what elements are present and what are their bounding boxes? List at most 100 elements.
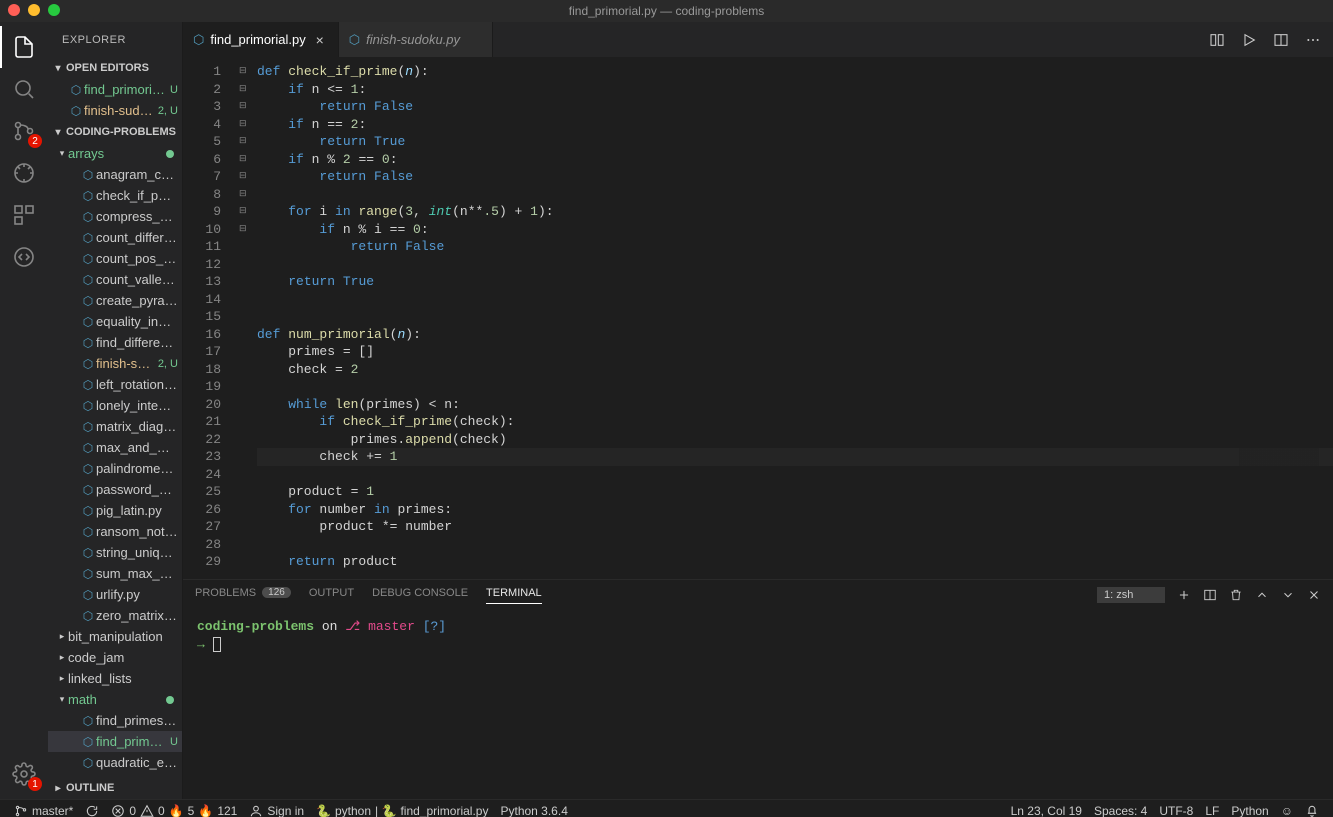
hide-panel-icon[interactable] — [1281, 588, 1295, 602]
python-file-icon: ⬡ — [80, 315, 96, 329]
activity-settings[interactable]: 1 — [0, 753, 48, 795]
tree-folder[interactable]: ▸code_jam — [48, 647, 182, 668]
activity-liveshare[interactable] — [0, 236, 48, 278]
tree-file[interactable]: ⬡anagram_check.py — [48, 164, 182, 185]
panel-tab-problems[interactable]: PROBLEMS126 — [195, 587, 291, 604]
python-file-icon: ⬡ — [80, 168, 96, 182]
tree-file[interactable]: ⬡zero_matrix.py — [48, 605, 182, 626]
status-sync[interactable] — [79, 804, 105, 817]
close-panel-icon[interactable] — [1307, 588, 1321, 602]
new-terminal-icon[interactable] — [1177, 588, 1191, 602]
run-icon[interactable] — [1241, 32, 1257, 48]
status-signin[interactable]: Sign in — [243, 804, 310, 817]
code-content[interactable]: def check_if_prime(n): if n <= 1: return… — [257, 57, 1333, 579]
status-encoding[interactable]: UTF-8 — [1153, 804, 1199, 817]
outline-header[interactable]: ▸OUTLINE — [48, 777, 182, 799]
chevron-right-icon: ▸ — [56, 673, 68, 684]
kill-terminal-icon[interactable] — [1229, 588, 1243, 602]
status-feedback[interactable]: ☺ — [1275, 804, 1299, 817]
python-file-icon: ⬡ — [80, 420, 96, 434]
editor-tab[interactable]: ⬡finish-sudoku.py — [339, 22, 493, 57]
maximize-panel-icon[interactable] — [1255, 588, 1269, 602]
status-problems[interactable]: 0 0 🔥5 🔥121 — [105, 804, 243, 817]
activity-explorer[interactable] — [0, 26, 48, 68]
python-file-icon: ⬡ — [80, 609, 96, 623]
project-header[interactable]: ▾CODING-PROBLEMS — [48, 121, 182, 143]
panel-tab-debug-console[interactable]: DEBUG CONSOLE — [372, 587, 468, 604]
editor-actions — [1209, 22, 1333, 57]
panel-tab-terminal[interactable]: TERMINAL — [486, 587, 542, 604]
tree-file[interactable]: ⬡palindrome_permu.. — [48, 458, 182, 479]
python-file-icon: ⬡ — [80, 294, 96, 308]
tree-file[interactable]: ⬡sum_max_subarra.. — [48, 563, 182, 584]
explorer-sidebar: EXPLORER ▾OPEN EDITORS ⬡find_primoria..U… — [48, 22, 183, 799]
line-numbers: 1234567891011121314151617181920212223242… — [183, 57, 239, 579]
tree-file[interactable]: ⬡urlify.py — [48, 584, 182, 605]
python-file-icon: ⬡ — [80, 441, 96, 455]
python-file-icon: ⬡ — [68, 83, 84, 97]
python-file-icon: ⬡ — [80, 567, 96, 581]
split-terminal-icon[interactable] — [1203, 588, 1217, 602]
chevron-down-icon: ▾ — [56, 694, 68, 705]
tree-folder[interactable]: ▸linked_lists — [48, 668, 182, 689]
tree-folder[interactable]: ▾arrays — [48, 143, 182, 164]
minimap[interactable] — [1239, 57, 1319, 579]
status-lang[interactable]: Python — [1225, 804, 1274, 817]
status-indent[interactable]: Spaces: 4 — [1088, 804, 1153, 817]
tree-file[interactable]: ⬡finish-sudo…2, U — [48, 353, 182, 374]
tree-file[interactable]: ⬡find_primorial....U — [48, 731, 182, 752]
close-tab-icon[interactable]: × — [312, 32, 328, 48]
status-cursor-pos[interactable]: Ln 23, Col 19 — [1005, 804, 1088, 817]
tree-file[interactable]: ⬡quadratic_equatio.. — [48, 752, 182, 773]
status-notifications[interactable] — [1299, 804, 1325, 817]
activity-scm[interactable]: 2 — [0, 110, 48, 152]
activity-search[interactable] — [0, 68, 48, 110]
tree-file[interactable]: ⬡count_pos_neg_ze.. — [48, 248, 182, 269]
status-python-ver[interactable]: Python 3.6.4 — [494, 804, 573, 817]
chevron-right-icon: ▸ — [56, 631, 68, 642]
open-editor-item[interactable]: ⬡find_primoria..U — [48, 79, 182, 100]
tree-folder[interactable]: ▾math — [48, 689, 182, 710]
activity-extensions[interactable] — [0, 194, 48, 236]
python-file-icon: ⬡ — [349, 32, 360, 48]
status-python-env[interactable]: 🐍python | 🐍find_primorial.py — [310, 804, 494, 817]
tree-file[interactable]: ⬡count_differences. — [48, 227, 182, 248]
tree-file[interactable]: ⬡matrix_diagonal_di.. — [48, 416, 182, 437]
editor-area: ⬡find_primorial.py×⬡finish-sudoku.py 123… — [183, 22, 1333, 799]
status-branch[interactable]: master* — [8, 804, 79, 817]
tree-file[interactable]: ⬡check_if_permutat.. — [48, 185, 182, 206]
compare-icon[interactable] — [1209, 32, 1225, 48]
python-file-icon: ⬡ — [80, 756, 96, 770]
terminal[interactable]: coding-problems on ⎇ master [?] → — [183, 610, 1333, 799]
window-controls — [8, 4, 60, 16]
tree-file[interactable]: ⬡left_rotation.py — [48, 374, 182, 395]
terminal-selector[interactable]: 1: zsh — [1097, 587, 1165, 603]
tree-file[interactable]: ⬡ransom_note.py — [48, 521, 182, 542]
status-bar: master* 0 0 🔥5 🔥121 Sign in 🐍python | 🐍f… — [0, 799, 1333, 817]
split-editor-icon[interactable] — [1273, 32, 1289, 48]
tree-file[interactable]: ⬡password_cracker.. — [48, 479, 182, 500]
open-editors-header[interactable]: ▾OPEN EDITORS — [48, 57, 182, 79]
tree-file[interactable]: ⬡pig_latin.py — [48, 500, 182, 521]
panel-tab-output[interactable]: OUTPUT — [309, 587, 354, 604]
more-icon[interactable] — [1305, 32, 1321, 48]
scm-badge: 2 — [28, 134, 42, 148]
tree-file[interactable]: ⬡max_and_min_sum.. — [48, 437, 182, 458]
open-editor-item[interactable]: ⬡finish-sud…2, U — [48, 100, 182, 121]
tree-file[interactable]: ⬡create_pyramid.py — [48, 290, 182, 311]
tree-folder[interactable]: ▸bit_manipulation — [48, 626, 182, 647]
close-window-button[interactable] — [8, 4, 20, 16]
zoom-window-button[interactable] — [48, 4, 60, 16]
tree-file[interactable]: ⬡equality_in_array.py — [48, 311, 182, 332]
tree-file[interactable]: ⬡find_difference.py — [48, 332, 182, 353]
tree-file[interactable]: ⬡count_valleys.py — [48, 269, 182, 290]
code-editor[interactable]: 1234567891011121314151617181920212223242… — [183, 57, 1333, 579]
minimize-window-button[interactable] — [28, 4, 40, 16]
tree-file[interactable]: ⬡string_unique_cha.. — [48, 542, 182, 563]
tree-file[interactable]: ⬡lonely_integer.py — [48, 395, 182, 416]
tree-file[interactable]: ⬡compress_string.py — [48, 206, 182, 227]
status-eol[interactable]: LF — [1199, 804, 1225, 817]
editor-tab[interactable]: ⬡find_primorial.py× — [183, 22, 339, 57]
activity-debug[interactable] — [0, 152, 48, 194]
tree-file[interactable]: ⬡find_primes.py — [48, 710, 182, 731]
